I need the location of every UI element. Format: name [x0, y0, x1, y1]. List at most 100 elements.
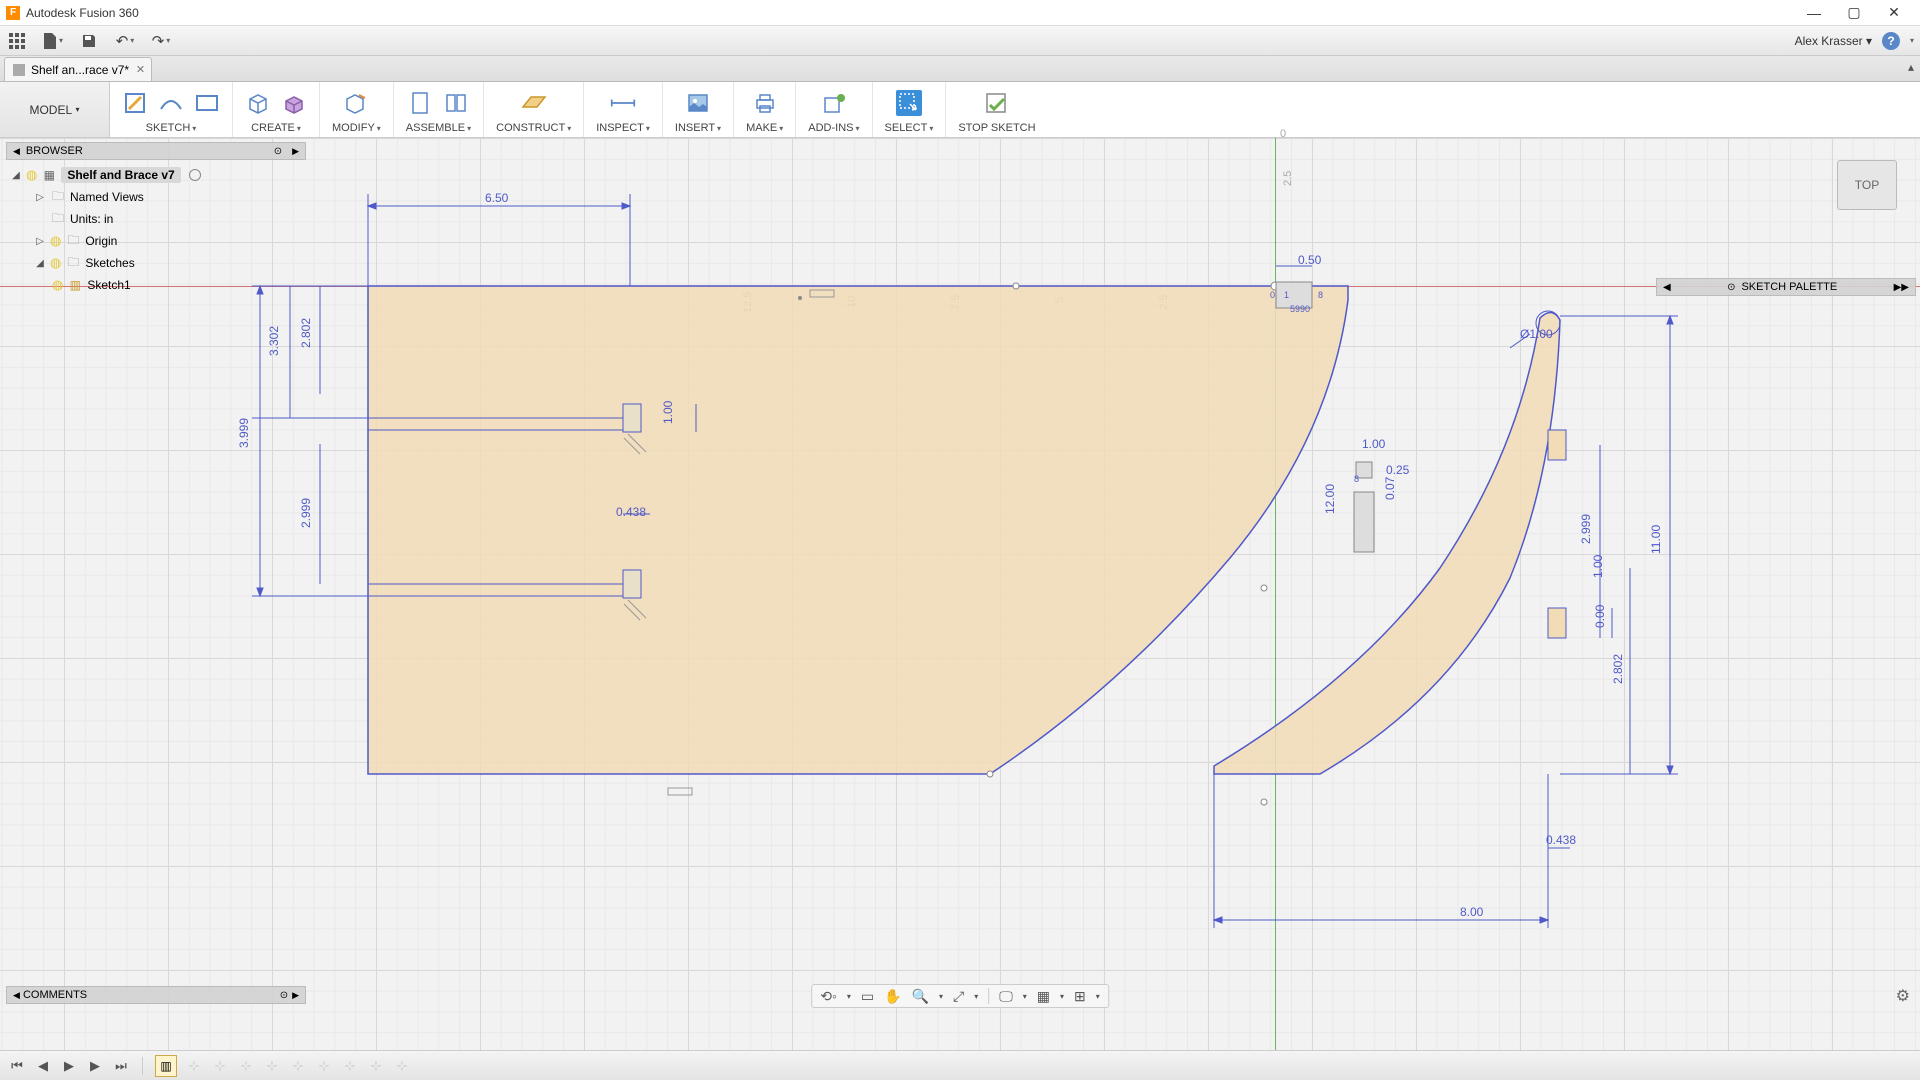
fit-icon[interactable]: ⤢ — [953, 988, 964, 1005]
stop-sketch-icon[interactable] — [984, 90, 1010, 116]
component-icon: ▦ — [41, 168, 57, 182]
assemble-icon[interactable] — [443, 90, 469, 116]
ribbon-label-construct[interactable]: CONSTRUCT▾ — [496, 122, 571, 134]
rectangle-icon[interactable] — [194, 90, 220, 116]
extrude-icon[interactable] — [281, 90, 307, 116]
folder-icon: 🗀 — [50, 212, 66, 226]
tree-units[interactable]: 🗀 Units: in — [6, 208, 306, 230]
timeline-back-button[interactable]: ◀ — [34, 1057, 52, 1075]
dimension-3302: 3.302 — [267, 326, 281, 356]
timeline-ghost: ⊹ — [237, 1057, 255, 1075]
activate-radio[interactable] — [189, 169, 201, 181]
line-icon[interactable] — [158, 90, 184, 116]
view-cube-face[interactable]: TOP — [1837, 160, 1897, 210]
tab-close-button[interactable]: ✕ — [136, 63, 145, 76]
ribbon-label-addins[interactable]: ADD-INS▾ — [808, 122, 859, 134]
user-name[interactable]: Alex Krasser ▾ — [1795, 34, 1872, 48]
ribbon-label-select[interactable]: SELECT▾ — [885, 122, 934, 134]
visibility-bulb-icon[interactable]: ◍ — [52, 277, 63, 293]
look-at-icon[interactable]: ▭ — [861, 988, 874, 1005]
orbit-icon[interactable]: ⟲◦ — [820, 988, 837, 1005]
viewport-icon[interactable]: ⊞ — [1074, 988, 1086, 1005]
browser-header[interactable]: ◀ BROWSER ⊙ ▶ — [6, 142, 306, 160]
timeline-start-button[interactable]: ⏮ — [8, 1057, 26, 1075]
maximize-button[interactable]: ▢ — [1834, 0, 1874, 26]
ribbon-group-sketch: SKETCH▾ — [110, 82, 233, 137]
comments-panel[interactable]: ◀ COMMENTS ⊙ ▶ — [6, 986, 306, 1004]
ribbon-label-sketch[interactable]: SKETCH▾ — [146, 122, 197, 134]
tabbar-expand-icon[interactable]: ▴ — [1908, 60, 1914, 74]
pan-icon[interactable]: ✋ — [884, 988, 901, 1005]
grid-settings-icon[interactable]: ▦ — [1037, 988, 1050, 1005]
help-button[interactable]: ? — [1882, 32, 1900, 50]
timeline-forward-button[interactable]: ▶ — [86, 1057, 104, 1075]
joint-icon[interactable] — [407, 90, 433, 116]
workspace-switcher[interactable]: MODEL ▾ — [0, 82, 110, 137]
timeline-ghost: ⊹ — [185, 1057, 203, 1075]
ribbon-label-stop-sketch[interactable]: STOP SKETCH — [958, 122, 1035, 134]
timeline-end-button[interactable]: ⏭ — [112, 1057, 130, 1075]
dimension-r1200: 12.00 — [1323, 484, 1337, 514]
redo-button[interactable]: ↷▾ — [150, 30, 172, 52]
tree-sketches[interactable]: ◢◍ 🗀 Sketches — [6, 252, 306, 274]
zoom-icon[interactable]: 🔍 — [912, 988, 929, 1005]
visibility-bulb-icon[interactable]: ◍ — [50, 233, 61, 249]
browser-pin-icon[interactable]: ⊙ — [274, 146, 282, 157]
timeline-sketch-node[interactable]: ▥ — [155, 1055, 177, 1077]
tree-sketch1[interactable]: ◍ ▥ Sketch1 — [6, 274, 306, 296]
timeline-play-button[interactable]: ▶ — [60, 1057, 78, 1075]
ribbon-label-modify[interactable]: MODIFY▾ — [332, 122, 381, 134]
close-button[interactable]: ✕ — [1874, 0, 1914, 26]
visibility-bulb-icon[interactable]: ◍ — [50, 255, 61, 271]
view-cube[interactable]: TOP — [1832, 152, 1902, 222]
tree-named-views[interactable]: ▷🗀 Named Views — [6, 186, 306, 208]
palette-expand-icon[interactable]: ▶▶ — [1894, 282, 1909, 293]
comments-title: COMMENTS — [23, 989, 87, 1001]
tree-root[interactable]: ◢◍ ▦ Shelf and Brace v7 — [6, 164, 306, 186]
folder-icon: 🗀 — [50, 190, 66, 204]
undo-button[interactable]: ↶▾ — [114, 30, 136, 52]
dimension-3999: 3.999 — [237, 418, 251, 448]
timeline-ghost: ⊹ — [341, 1057, 359, 1075]
data-panel-button[interactable] — [6, 30, 28, 52]
sketch-canvas[interactable]: 12.5 10 7.5 5 2.5 0 2.5 — [0, 138, 1920, 1050]
visibility-bulb-icon[interactable]: ◍ — [26, 167, 37, 183]
ribbon-label-insert[interactable]: INSERT▾ — [675, 122, 721, 134]
dimension-r2999: 2.999 — [1579, 514, 1593, 544]
settings-gear-icon[interactable]: ⚙ — [1896, 986, 1910, 1006]
sketch-palette-header[interactable]: ◀ ⊙ SKETCH PALETTE ▶▶ — [1656, 278, 1916, 296]
create-sketch-icon[interactable] — [122, 90, 148, 116]
box-icon[interactable] — [245, 90, 271, 116]
ribbon-label-make[interactable]: MAKE▾ — [746, 122, 783, 134]
browser-title: BROWSER — [26, 145, 83, 157]
document-tab[interactable]: Shelf an...race v7* ✕ — [4, 57, 152, 81]
comments-pin-icon[interactable]: ⊙ — [280, 990, 288, 1001]
svg-text:90: 90 — [1300, 304, 1310, 314]
measure-icon[interactable] — [610, 90, 636, 116]
dimension-1100: 11.00 — [1649, 525, 1663, 554]
ribbon-group-construct: CONSTRUCT▾ — [484, 82, 584, 137]
plane-icon[interactable] — [521, 90, 547, 116]
minimize-button[interactable]: — — [1794, 0, 1834, 26]
app-logo-icon: F — [6, 6, 20, 20]
ribbon-label-create[interactable]: CREATE▾ — [251, 122, 301, 134]
print-icon[interactable] — [752, 90, 778, 116]
folder-icon: 🗀 — [65, 234, 81, 248]
ribbon-label-assemble[interactable]: ASSEMBLE▾ — [406, 122, 471, 134]
main-area: 12.5 10 7.5 5 2.5 0 2.5 — [0, 138, 1920, 1050]
svg-text:59: 59 — [1290, 304, 1300, 314]
dimension-r100: 1.00 — [1362, 437, 1386, 451]
press-pull-icon[interactable] — [343, 90, 369, 116]
save-button[interactable] — [78, 30, 100, 52]
decal-icon[interactable] — [685, 90, 711, 116]
ribbon-label-inspect[interactable]: INSPECT▾ — [596, 122, 650, 134]
dimension-r2802: 2.802 — [1611, 654, 1625, 684]
palette-collapse-icon[interactable]: ◀ — [1663, 282, 1671, 293]
file-menu-button[interactable]: ▾ — [42, 30, 64, 52]
tree-origin[interactable]: ▷◍ 🗀 Origin — [6, 230, 306, 252]
display-settings-icon[interactable]: 🖵 — [999, 988, 1013, 1005]
dimension-r025: 0.25 — [1386, 463, 1410, 477]
browser-panel: ◀ BROWSER ⊙ ▶ ◢◍ ▦ Shelf and Brace v7 ▷🗀… — [6, 142, 306, 300]
select-icon[interactable] — [896, 90, 922, 116]
addins-icon[interactable] — [821, 90, 847, 116]
